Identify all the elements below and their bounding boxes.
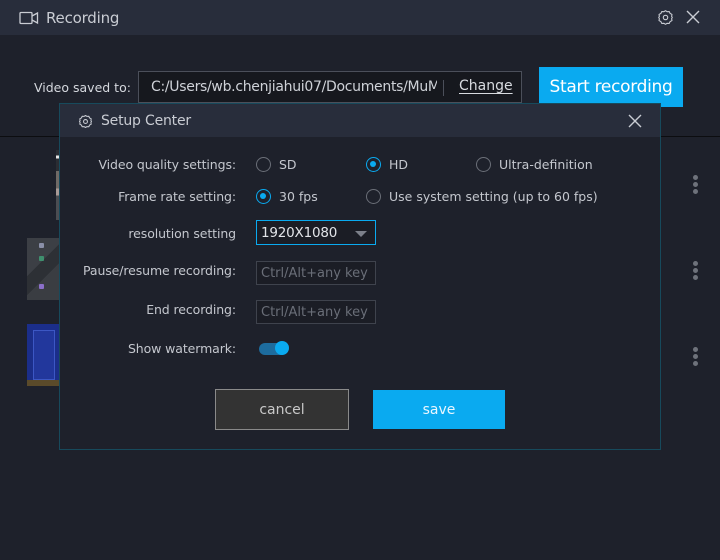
quality-option-sd[interactable]: SD [256,157,297,172]
radio-30fps[interactable] [256,189,271,204]
more-vertical-icon[interactable] [693,261,699,280]
gear-icon [78,114,93,129]
toggle-knob [275,341,289,355]
quality-option-hd[interactable]: HD [366,157,408,172]
start-recording-button[interactable]: Start recording [539,67,683,107]
frame-rate-system-label: Use system setting (up to 60 fps) [389,189,598,204]
more-vertical-icon[interactable] [693,347,699,366]
resolution-label: resolution setting [128,226,236,241]
recording-thumbnail-2[interactable] [27,238,60,300]
save-button[interactable]: save [373,390,505,429]
end-recording-hotkey-input[interactable] [256,300,376,324]
show-watermark-label: Show watermark: [127,341,236,356]
pause-resume-label: Pause/resume recording: [83,263,236,278]
cancel-button[interactable]: cancel [215,389,349,430]
frame-rate-label: Frame rate setting: [118,189,236,204]
settings-gear-icon[interactable] [657,9,674,26]
path-separator [443,80,444,96]
frame-rate-30-label: 30 fps [279,189,318,204]
frame-rate-option-system[interactable]: Use system setting (up to 60 fps) [366,189,598,204]
radio-hd[interactable] [366,157,381,172]
recording-thumbnail-3[interactable] [27,324,60,386]
setup-center-dialog: Setup Center Video quality settings: SD … [59,103,661,450]
show-watermark-toggle[interactable] [259,341,289,355]
window-title: Recording [46,9,120,27]
save-path-field[interactable]: C:/Users/wb.chenjiahui07/Documents/MuMu … [138,71,522,103]
title-bar: Recording [0,0,720,35]
dialog-header: Setup Center [60,104,660,137]
quality-ultra-label: Ultra-definition [499,157,593,172]
dialog-title: Setup Center [101,113,191,129]
radio-ultra[interactable] [476,157,491,172]
quality-sd-label: SD [279,157,297,172]
frame-rate-option-30[interactable]: 30 fps [256,189,318,204]
save-path-value: C:/Users/wb.chenjiahui07/Documents/MuMu [151,79,437,95]
video-camera-icon [19,11,39,25]
chevron-down-icon [355,231,367,237]
video-quality-label: Video quality settings: [98,157,237,172]
change-path-link[interactable]: Change [459,78,513,94]
video-saved-to-label: Video saved to: [34,80,131,95]
quality-hd-label: HD [389,157,409,172]
resolution-value: 1920X1080 [261,225,338,241]
more-vertical-icon[interactable] [693,175,699,194]
end-recording-label: End recording: [146,302,236,317]
resolution-dropdown[interactable]: 1920X1080 [256,220,376,245]
quality-option-ultra[interactable]: Ultra-definition [476,157,593,172]
window-close-icon[interactable] [686,10,700,24]
dialog-close-icon[interactable] [628,114,642,128]
pause-resume-hotkey-input[interactable] [256,261,376,285]
radio-sd[interactable] [256,157,271,172]
radio-system-fps[interactable] [366,189,381,204]
